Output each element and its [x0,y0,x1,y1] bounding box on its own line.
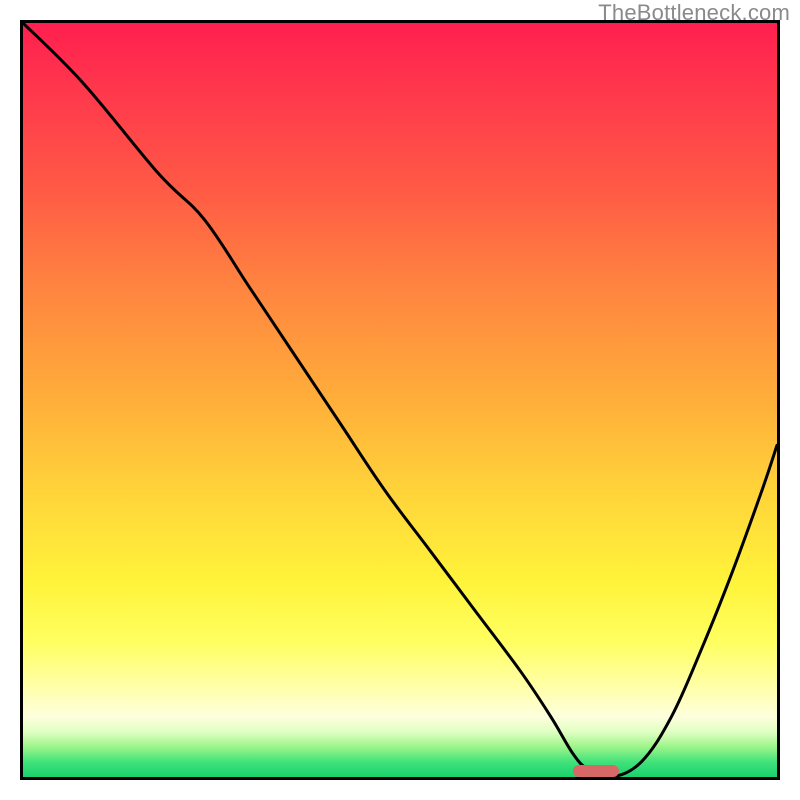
watermark-text: TheBottleneck.com [598,0,790,26]
plot-area [20,20,780,780]
minimum-marker [573,765,618,777]
bottleneck-curve [23,23,777,777]
